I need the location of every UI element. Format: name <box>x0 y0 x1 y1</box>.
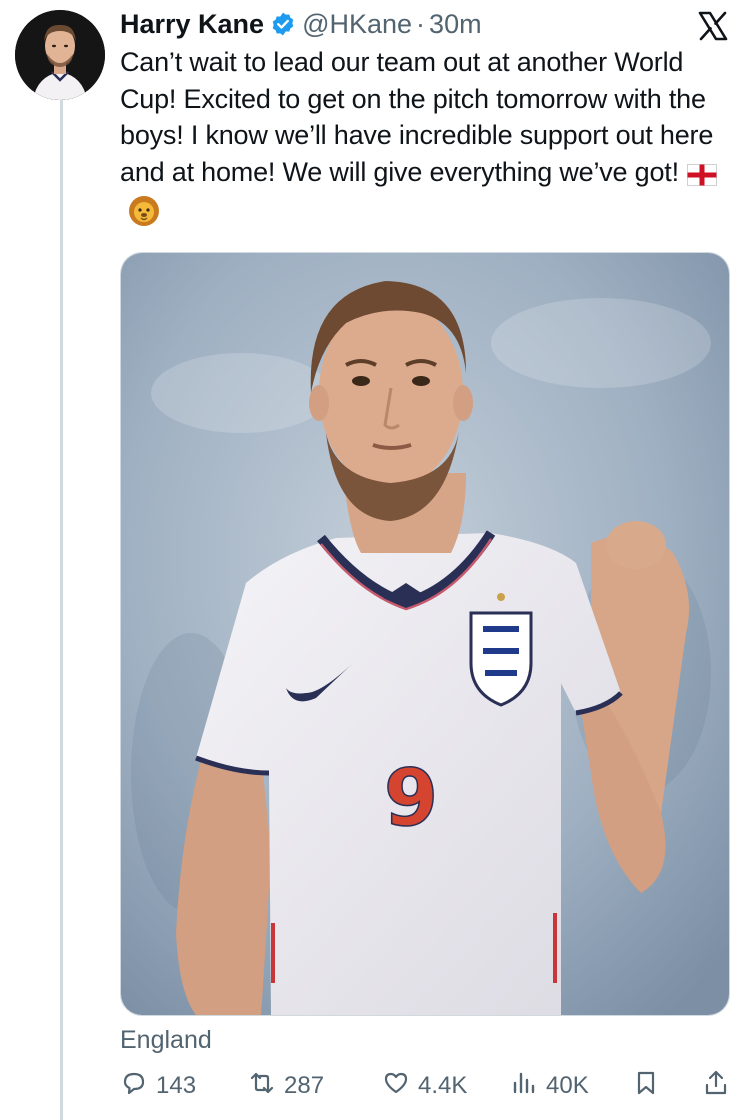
views-button[interactable]: 40K <box>510 1066 589 1106</box>
author-name[interactable]: Harry Kane <box>120 9 264 40</box>
bookmark-icon <box>632 1069 660 1104</box>
tweet-photo[interactable]: 9 <box>120 252 730 1016</box>
lion-face-emoji <box>128 195 160 237</box>
author-handle[interactable]: @HKane <box>302 9 412 40</box>
timestamp[interactable]: 30m <box>429 9 482 40</box>
repost-button[interactable]: 287 <box>248 1066 324 1106</box>
tweet-card: Harry Kane @HKane · 30m Can’t wait to le… <box>0 0 750 1120</box>
tweet-body: Can’t wait to lead our team out at anoth… <box>120 47 714 187</box>
avatar[interactable] <box>15 10 105 100</box>
speech-bubble-icon <box>120 1069 148 1104</box>
like-count: 4.4K <box>418 1072 468 1099</box>
shirt-number: 9 <box>384 754 438 844</box>
bar-chart-icon <box>510 1069 538 1104</box>
thread-line <box>60 100 63 1120</box>
repost-arrows-icon <box>248 1069 276 1104</box>
action-bar: 143 287 4.4K 40K <box>120 1066 732 1106</box>
like-button[interactable]: 4.4K <box>382 1066 467 1106</box>
tweet-location[interactable]: England <box>120 1026 212 1055</box>
tweet-header: Harry Kane @HKane · 30m <box>120 4 482 44</box>
repost-count: 287 <box>284 1072 325 1099</box>
reply-count: 143 <box>156 1072 197 1099</box>
tweet-text: Can’t wait to lead our team out at anoth… <box>120 44 720 237</box>
view-count: 40K <box>546 1072 589 1099</box>
separator-dot: · <box>416 8 426 39</box>
share-button[interactable] <box>702 1066 730 1106</box>
share-upload-icon <box>702 1069 730 1104</box>
verified-badge-icon[interactable] <box>270 11 296 37</box>
bookmark-button[interactable] <box>632 1066 660 1106</box>
england-flag-emoji <box>686 159 717 196</box>
x-logo-icon[interactable] <box>697 10 729 42</box>
reply-button[interactable]: 143 <box>120 1066 196 1106</box>
heart-icon <box>382 1069 410 1104</box>
